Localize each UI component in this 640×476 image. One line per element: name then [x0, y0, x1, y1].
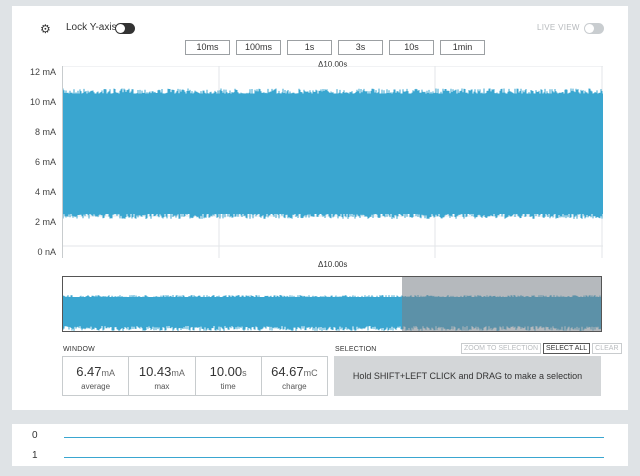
selection-buttons: ZOOM TO SELECTION SELECT ALL CLEAR: [461, 343, 622, 354]
stat-caption: max: [154, 382, 170, 391]
stat-charge: 64.67mC charge: [262, 357, 327, 395]
digital-channels-panel: 0 1: [12, 424, 628, 466]
zoom-to-selection-button[interactable]: ZOOM TO SELECTION: [461, 343, 542, 354]
stat-average: 6.47mA average: [63, 357, 130, 395]
selection-hint-box: Hold SHIFT+LEFT CLICK and DRAG to make a…: [334, 356, 601, 396]
stat-unit: mA: [101, 368, 116, 378]
y-tick-label: 4 mA: [34, 187, 56, 197]
stat-unit: mC: [303, 368, 318, 378]
channel-label: 1: [32, 450, 38, 461]
lock-y-axis-toggle[interactable]: [115, 23, 135, 34]
channel-trace: [64, 437, 604, 438]
selection-section-label: SELECTION: [335, 346, 377, 353]
stat-caption: average: [81, 382, 111, 391]
stat-unit: s: [242, 368, 247, 378]
channel-trace: [64, 457, 604, 458]
digital-channel-1: 1: [12, 446, 628, 466]
y-tick-label: 8 mA: [34, 127, 56, 137]
stat-unit: mA: [171, 368, 185, 378]
y-tick-label: 6 mA: [34, 157, 56, 167]
window-stats: 6.47mA average 10.43mA max 10.00s time 6…: [62, 356, 328, 396]
delta-time-bottom: Δ10.00s: [316, 260, 350, 269]
time-button-10s[interactable]: 10s: [389, 40, 434, 55]
stat-value: 6.47: [76, 364, 102, 379]
time-button-100ms[interactable]: 100ms: [236, 40, 281, 55]
toggle-knob: [116, 24, 125, 33]
overview-chart[interactable]: [62, 276, 602, 332]
overview-window-highlight[interactable]: [402, 277, 602, 332]
y-tick-label: 12 mA: [29, 67, 56, 77]
live-view-label: LIVE VIEW: [537, 23, 580, 32]
time-button-3s[interactable]: 3s: [338, 40, 383, 55]
stat-value: 10.43: [138, 364, 172, 379]
stat-value: 64.67: [271, 364, 304, 379]
stat-time: 10.00s time: [196, 357, 262, 395]
time-window-buttons: 10ms 100ms 1s 3s 10s 1min: [185, 40, 485, 55]
stat-caption: time: [220, 382, 236, 391]
time-button-1min[interactable]: 1min: [440, 40, 485, 55]
toggle-knob: [585, 24, 594, 33]
live-view-toggle[interactable]: [584, 23, 604, 34]
main-current-chart[interactable]: [62, 65, 603, 258]
trace-noise: [62, 88, 603, 219]
channel-label: 0: [32, 430, 38, 441]
y-tick-label: 10 mA: [29, 97, 56, 107]
stat-caption: charge: [282, 382, 307, 391]
window-section-label: WINDOW: [63, 346, 95, 353]
y-tick-label: 0 nA: [37, 247, 56, 257]
lock-y-axis-label: Lock Y-axis: [66, 22, 117, 33]
clear-selection-button[interactable]: CLEAR: [592, 343, 622, 354]
y-tick-label: 2 mA: [34, 217, 56, 227]
stat-value: 10.00: [209, 364, 243, 379]
stat-max: 10.43mA max: [129, 357, 196, 395]
select-all-button[interactable]: SELECT ALL: [543, 343, 591, 354]
current-trace: [62, 88, 603, 219]
digital-channel-0: 0: [12, 426, 628, 446]
gear-icon[interactable]: ⚙: [40, 23, 52, 35]
overview-chart-svg: [63, 277, 602, 332]
time-button-10ms[interactable]: 10ms: [185, 40, 230, 55]
time-button-1s[interactable]: 1s: [287, 40, 332, 55]
main-chart-svg: [62, 65, 603, 258]
